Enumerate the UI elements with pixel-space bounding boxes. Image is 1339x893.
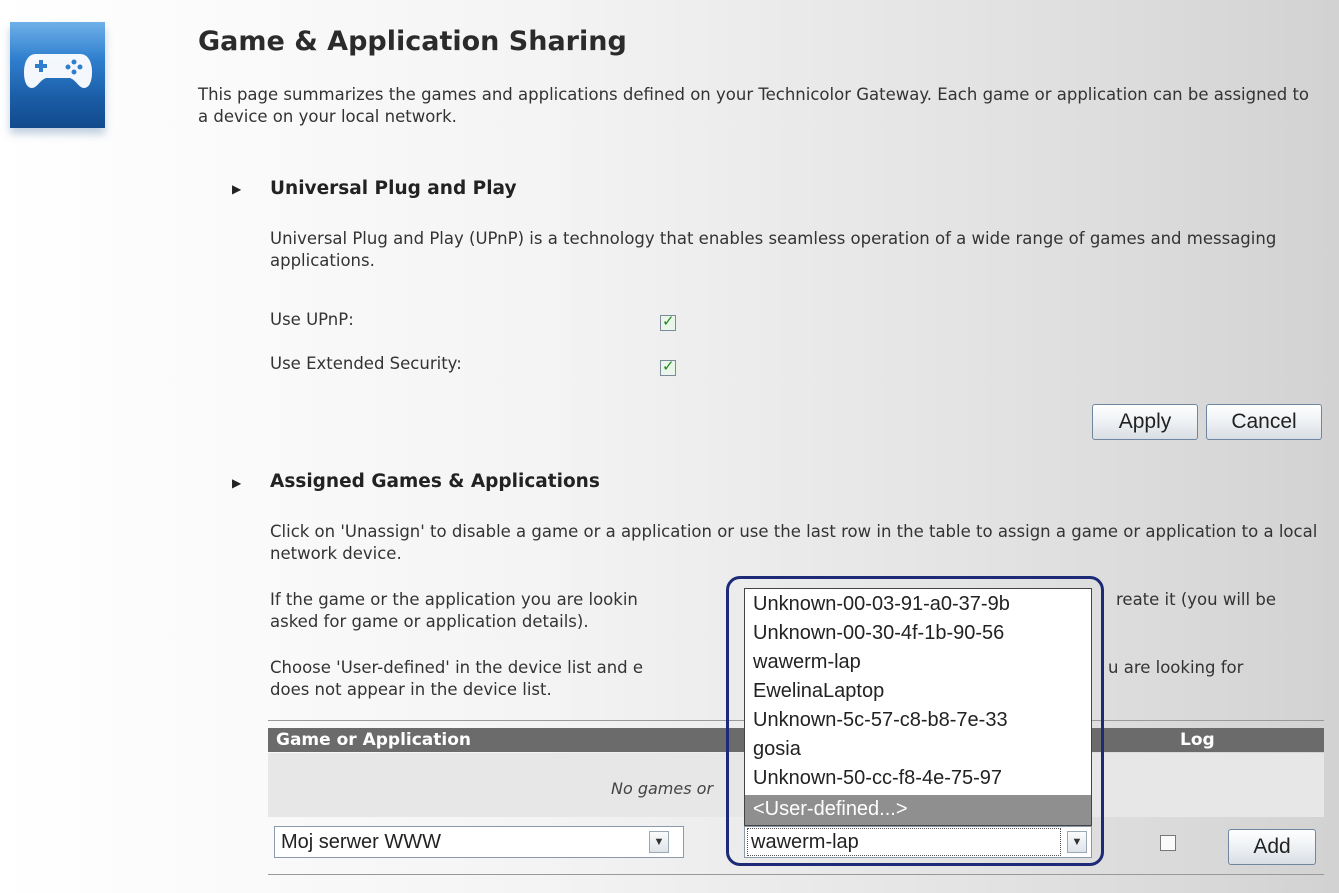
table-bottom-rule [268,874,1324,875]
upnp-description: Universal Plug and Play (UPnP) is a tech… [270,229,1277,270]
column-header-game: Game or Application [276,730,472,750]
cancel-button[interactable]: Cancel [1206,404,1322,440]
assigned-para-2-start: If the game or the application you are l… [270,590,638,609]
log-checkbox[interactable] [1160,835,1176,851]
game-select[interactable]: Moj serwer WWW ▼ [274,826,684,858]
assigned-para-2-line-2: asked for game or application details). [270,612,589,631]
page-title: Game & Application Sharing [198,26,627,57]
use-upnp-checkbox[interactable]: ✓ [660,312,676,331]
assigned-para-3-end: u are looking for [1108,658,1244,677]
chevron-down-icon[interactable]: ▼ [649,831,669,853]
page-intro: This page summarizes the games and appli… [198,85,1310,126]
use-upnp-label: Use UPnP: [270,310,354,329]
check-icon: ✓ [662,312,675,330]
assigned-para-1: Click on 'Unassign' to disable a game or… [270,522,1318,563]
extended-security-label: Use Extended Security: [270,354,462,373]
empty-table-message: No games or [611,779,714,798]
check-icon: ✓ [662,357,675,375]
upnp-heading: Universal Plug and Play [270,178,517,199]
assigned-para-3-line-2: does not appear in the device list. [270,680,552,699]
assigned-para-2-end: reate it (you will be [1116,590,1276,609]
extended-security-checkbox[interactable]: ✓ [660,357,676,376]
game-select-value: Moj serwer WWW [281,831,441,853]
gamepad-icon [24,54,92,88]
triangle-right-icon: ▶ [232,182,242,196]
triangle-right-icon: ▶ [232,476,242,490]
add-button[interactable]: Add [1228,829,1316,865]
assigned-para-3-start: Choose 'User-defined' in the device list… [270,658,644,677]
column-header-log: Log [1180,730,1215,750]
assigned-heading: Assigned Games & Applications [270,471,600,492]
gamepad-app-icon [10,22,105,128]
annotation-highlight-box [726,576,1104,866]
apply-button[interactable]: Apply [1092,404,1198,440]
